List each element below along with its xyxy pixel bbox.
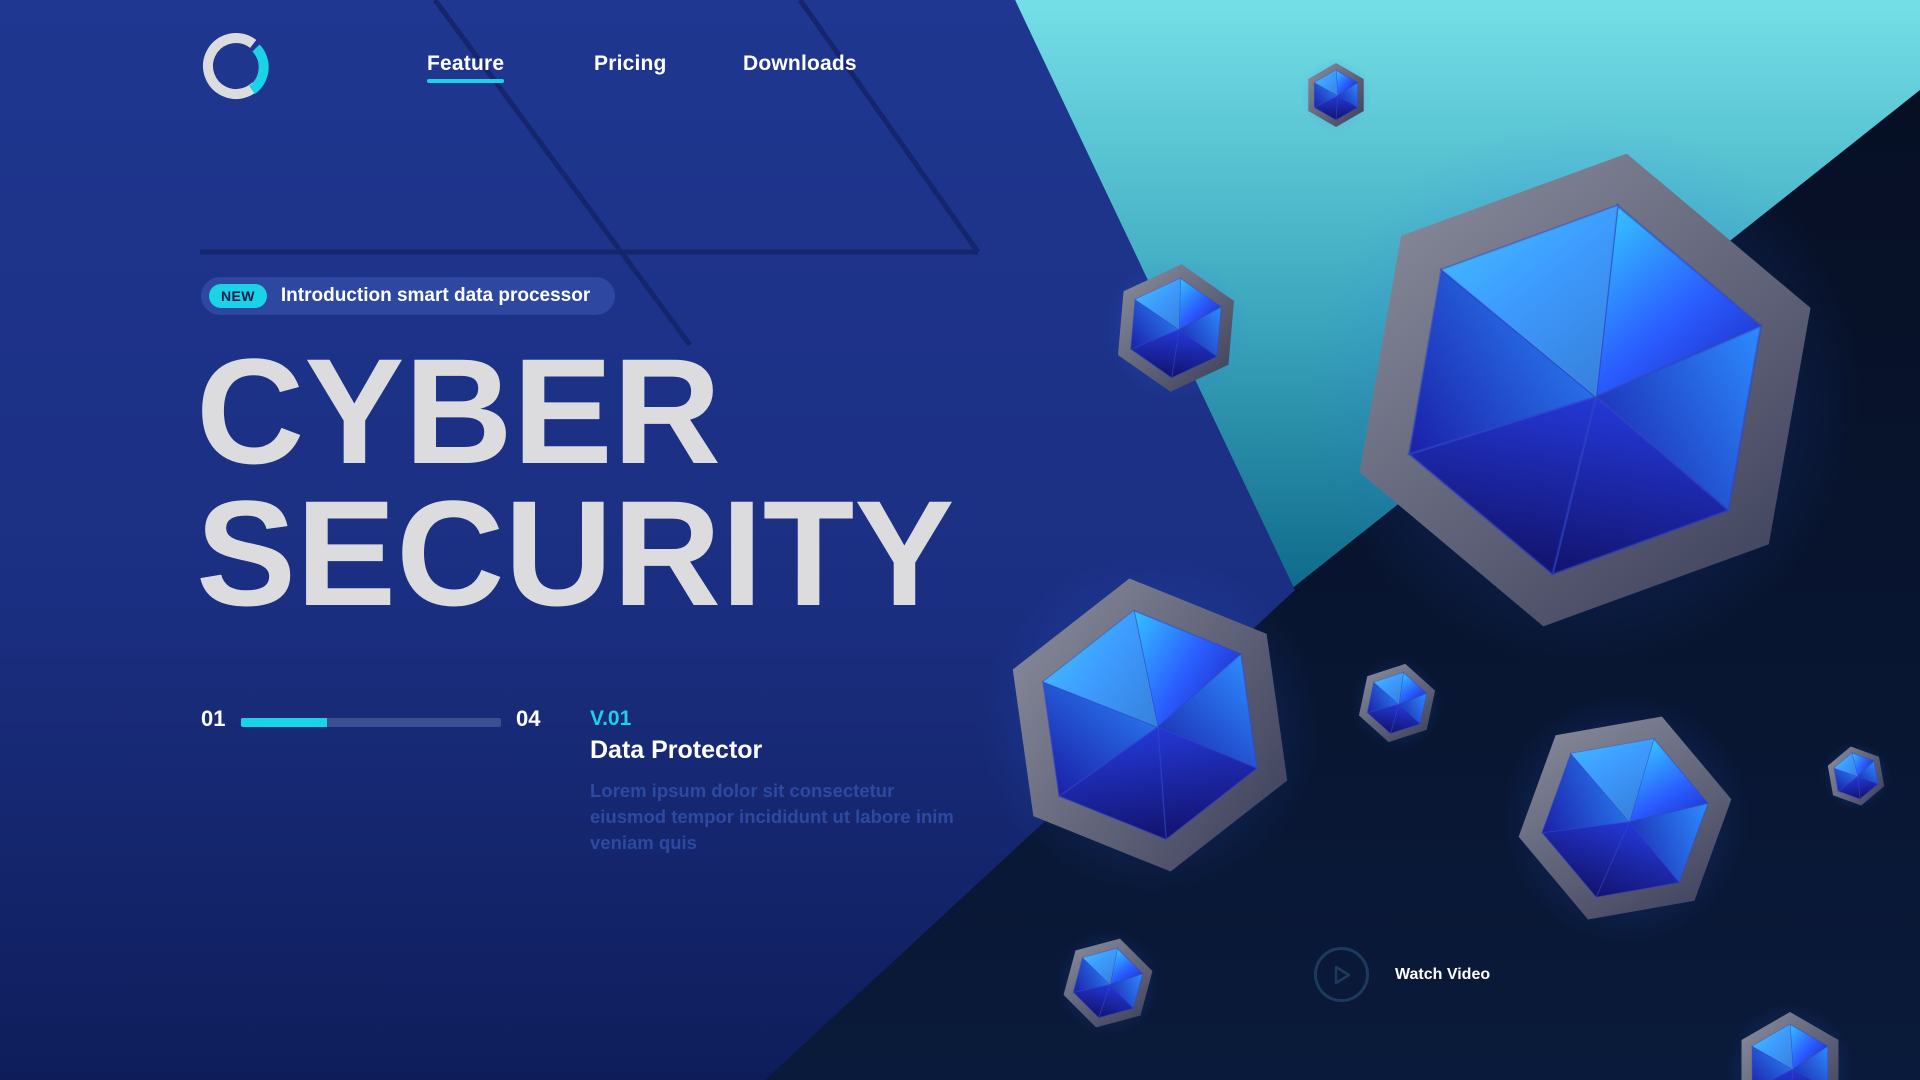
- nav-downloads[interactable]: Downloads: [743, 52, 857, 76]
- hero-headline: CYBER SECURITY: [196, 327, 955, 637]
- crystal-gem-icon: [1299, 58, 1373, 132]
- version-label: V.01: [590, 707, 632, 730]
- nav-feature[interactable]: Feature: [427, 52, 505, 83]
- brand-logo[interactable]: [200, 30, 272, 102]
- slide-progress-bar[interactable]: [241, 718, 501, 727]
- play-icon: [1314, 947, 1369, 1002]
- headline-line-1: CYBER: [196, 327, 722, 495]
- nav-pricing[interactable]: Pricing: [594, 52, 667, 76]
- watch-video-button[interactable]: Watch Video: [1314, 947, 1490, 1002]
- feature-description: Lorem ipsum dolor sit consectetur eiusmo…: [590, 780, 954, 853]
- new-tag: NEW: [209, 284, 267, 308]
- slide-current: 01: [201, 706, 226, 731]
- slide-total: 04: [516, 706, 541, 731]
- headline-line-2: SECURITY: [196, 469, 955, 637]
- landing-page: Feature Pricing Downloads NEW Introducti…: [0, 0, 1920, 1080]
- ring-logo-icon: [203, 33, 269, 99]
- feature-title: Data Protector: [590, 736, 763, 764]
- announcement-badge[interactable]: NEW Introduction smart data processor: [201, 277, 616, 315]
- announcement-text: Introduction smart data processor: [280, 285, 591, 306]
- slide-progress-fill: [241, 718, 327, 727]
- watch-video-label: Watch Video: [1395, 965, 1491, 983]
